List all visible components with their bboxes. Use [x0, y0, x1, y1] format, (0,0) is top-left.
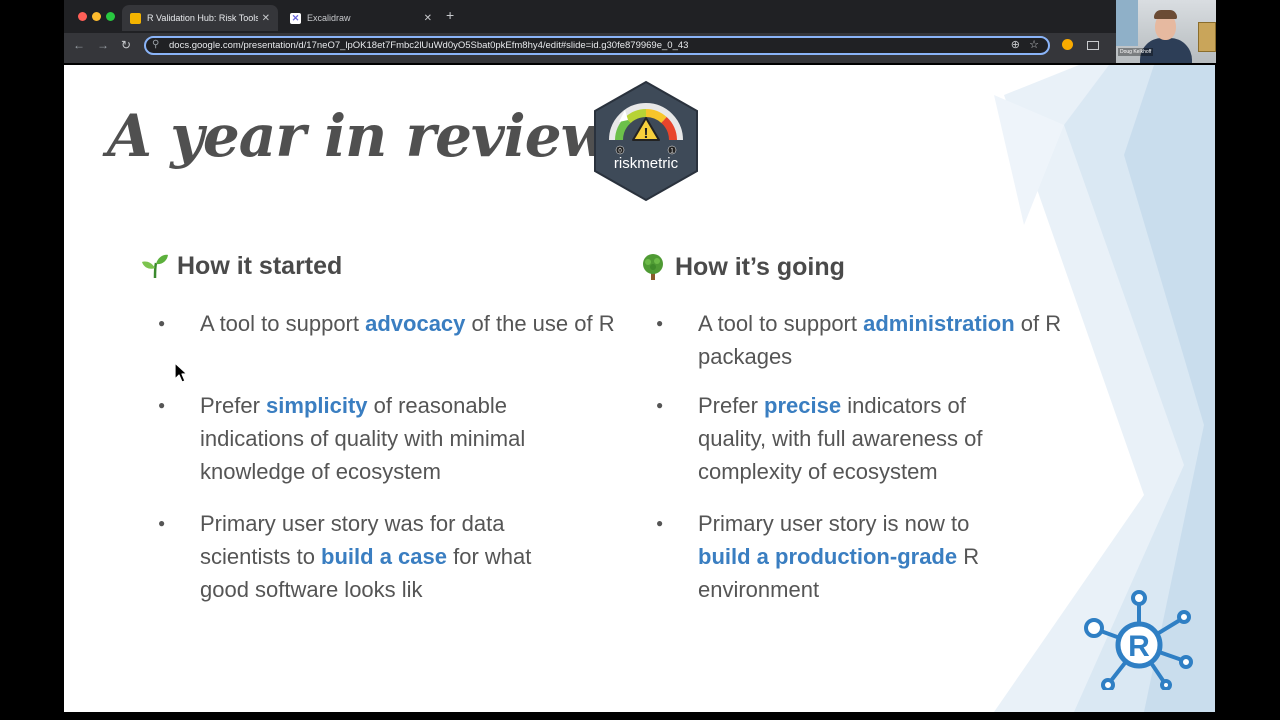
- list-item: Prefer precise indicators of quality, wi…: [656, 389, 1028, 488]
- extension-icon[interactable]: [1062, 39, 1073, 50]
- tab-r-validation-hub[interactable]: R Validation Hub: Risk Tools D ✕: [122, 5, 278, 31]
- logo-label: riskmetric: [614, 155, 679, 172]
- participant-name: Doug Kelkhoff: [1118, 48, 1154, 56]
- excalidraw-icon: ✕: [290, 12, 301, 24]
- zoom-icon[interactable]: ⊕: [1011, 38, 1020, 51]
- close-tab-icon[interactable]: ✕: [262, 13, 270, 24]
- highlight-text: precise: [764, 393, 842, 418]
- sidepanel-icon[interactable]: [1087, 41, 1099, 50]
- webcam-window-backdrop: [1116, 0, 1138, 46]
- highlight-text: advocacy: [365, 311, 466, 336]
- highlight-text: build a case: [321, 544, 447, 569]
- close-window-button[interactable]: [78, 12, 87, 21]
- list-item: Primary user story was for data scientis…: [158, 507, 585, 606]
- site-info-icon[interactable]: ⚲: [152, 39, 159, 50]
- r-logo-letter: R: [1128, 630, 1150, 663]
- bookmark-star-icon[interactable]: ☆: [1029, 38, 1039, 51]
- webcam-video: Doug Kelkhoff: [1116, 0, 1216, 63]
- slide-title: A year in review: [107, 102, 611, 170]
- url-text[interactable]: docs.google.com/presentation/d/17neO7_lp…: [169, 40, 688, 51]
- webcam-picture-frame: [1198, 22, 1216, 52]
- highlight-text: build a production-grade: [698, 544, 958, 569]
- list-item: Prefer simplicity of reasonable indicati…: [158, 389, 580, 488]
- reload-icon[interactable]: ↻: [121, 38, 131, 52]
- list-item: A tool to support administration of R pa…: [656, 307, 1068, 373]
- r-validation-hub-logo: R: [1084, 590, 1193, 690]
- seedling-icon: [141, 253, 169, 279]
- minimize-window-button[interactable]: [92, 12, 101, 21]
- left-column-heading: How it started: [141, 253, 342, 279]
- webcam-person-hair: [1154, 10, 1177, 19]
- right-heading-text: How it’s going: [675, 252, 845, 281]
- list-item: Primary user story is now to build a pro…: [656, 507, 1028, 606]
- address-bar[interactable]: ⚲ docs.google.com/presentation/d/17neO7_…: [144, 36, 1050, 55]
- highlight-text: simplicity: [266, 393, 368, 418]
- maximize-window-button[interactable]: [106, 12, 115, 21]
- slide-canvas: A year in review ! riskmetric 0 1 How it…: [64, 65, 1215, 712]
- tree-icon: [639, 253, 667, 281]
- left-heading-text: How it started: [177, 251, 343, 280]
- mouse-cursor-icon: [174, 362, 188, 383]
- back-icon[interactable]: ←: [73, 38, 85, 52]
- right-column-heading: How it’s going: [639, 253, 845, 281]
- tab-excalidraw[interactable]: ✕ Excalidraw ✕: [282, 5, 440, 31]
- tab-title: Excalidraw: [307, 13, 351, 23]
- riskmetric-hex-logo: ! riskmetric 0 1: [594, 80, 698, 202]
- new-tab-icon[interactable]: +: [446, 7, 454, 23]
- highlight-text: administration: [863, 311, 1015, 336]
- slides-icon: [130, 12, 141, 24]
- list-item: A tool to support advocacy of the use of…: [158, 307, 620, 340]
- svg-text:!: !: [644, 125, 649, 142]
- forward-icon[interactable]: →: [97, 38, 109, 52]
- close-tab-icon[interactable]: ✕: [424, 13, 432, 24]
- tab-title: R Validation Hub: Risk Tools D: [147, 13, 258, 23]
